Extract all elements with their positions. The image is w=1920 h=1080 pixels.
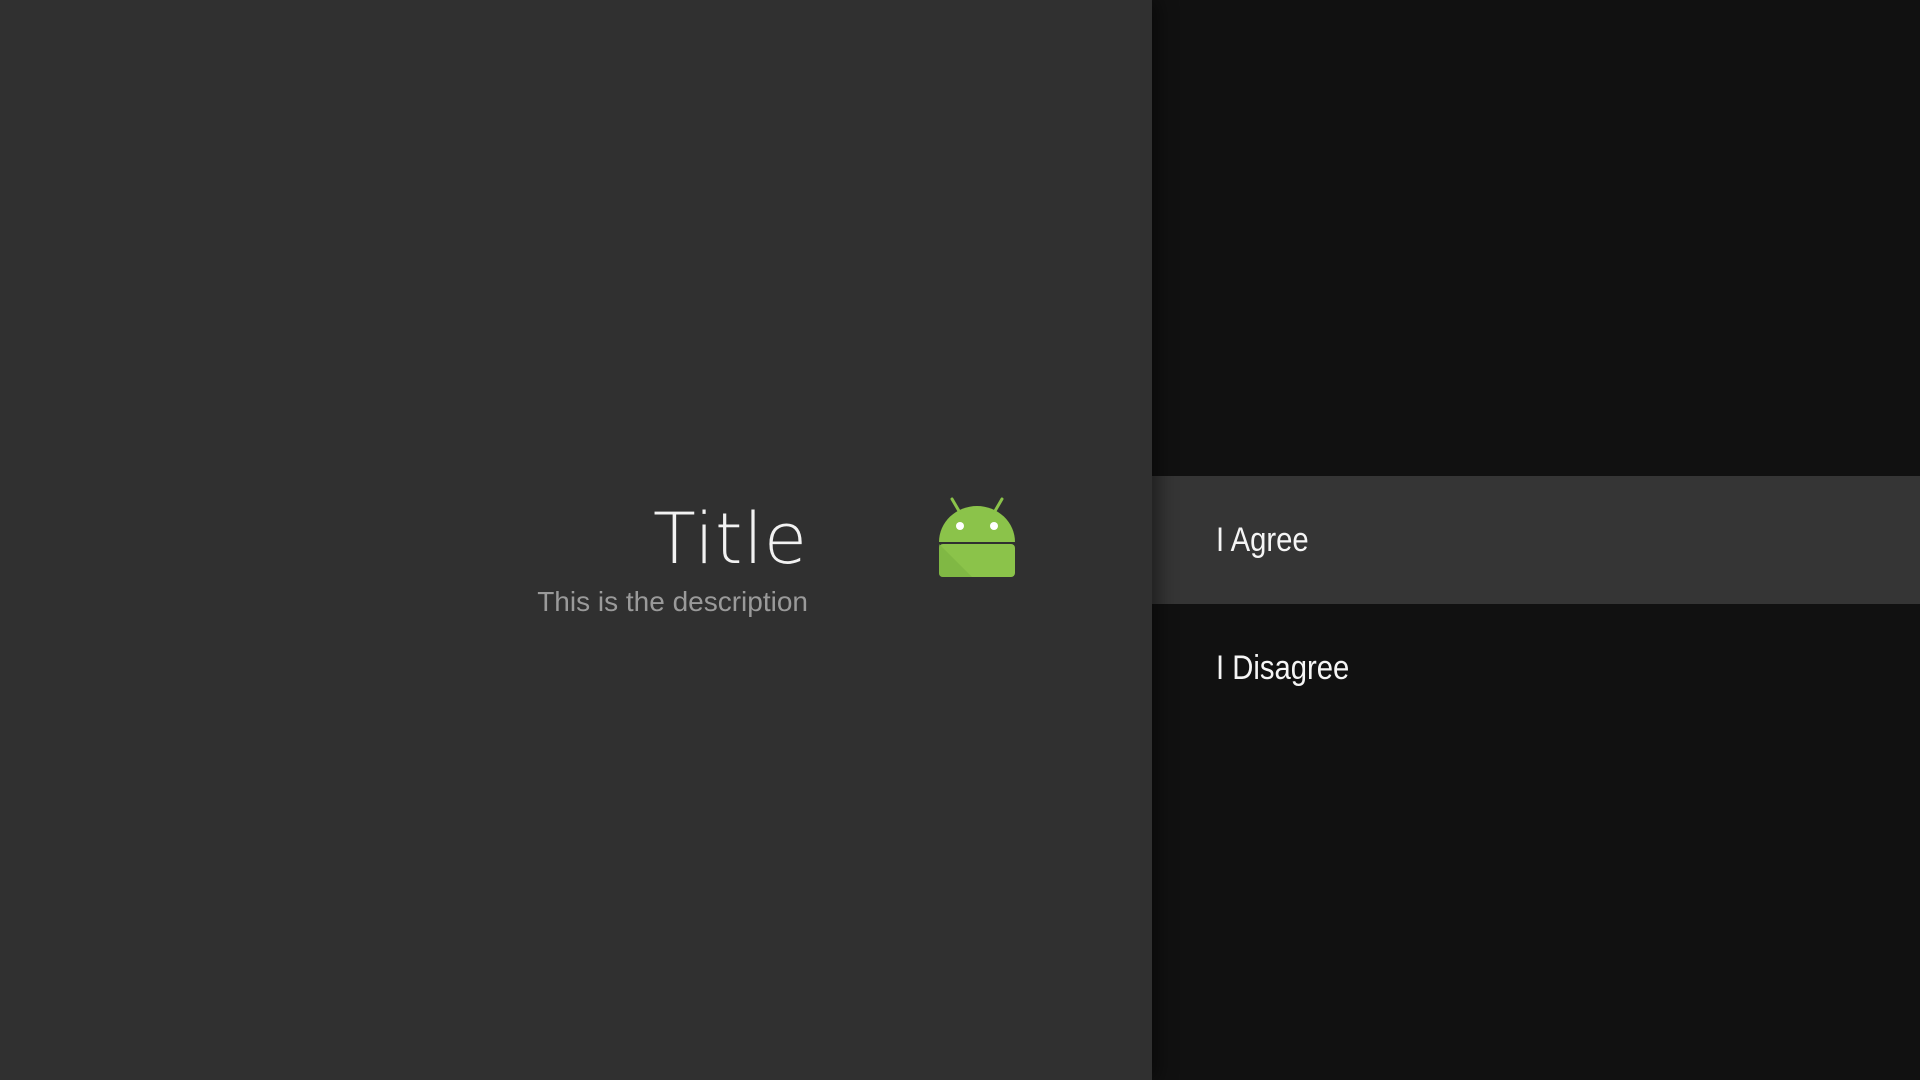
agree-action[interactable]: I Agree: [1152, 476, 1920, 604]
android-icon: [939, 497, 1015, 577]
guidance-title: Title: [652, 498, 808, 580]
disagree-action[interactable]: I Disagree: [1152, 604, 1920, 732]
guidance-panel: Title This is the description: [0, 0, 1152, 1080]
guided-step-screen: Title This is the description I Agree I …: [0, 0, 1920, 1080]
guidance-text: Title This is the description: [537, 496, 808, 620]
guidance-description: This is the description: [537, 586, 808, 617]
disagree-action-label: I Disagree: [1216, 648, 1350, 687]
actions-panel: I Agree I Disagree: [1152, 0, 1920, 1080]
agree-action-label: I Agree: [1216, 520, 1309, 559]
